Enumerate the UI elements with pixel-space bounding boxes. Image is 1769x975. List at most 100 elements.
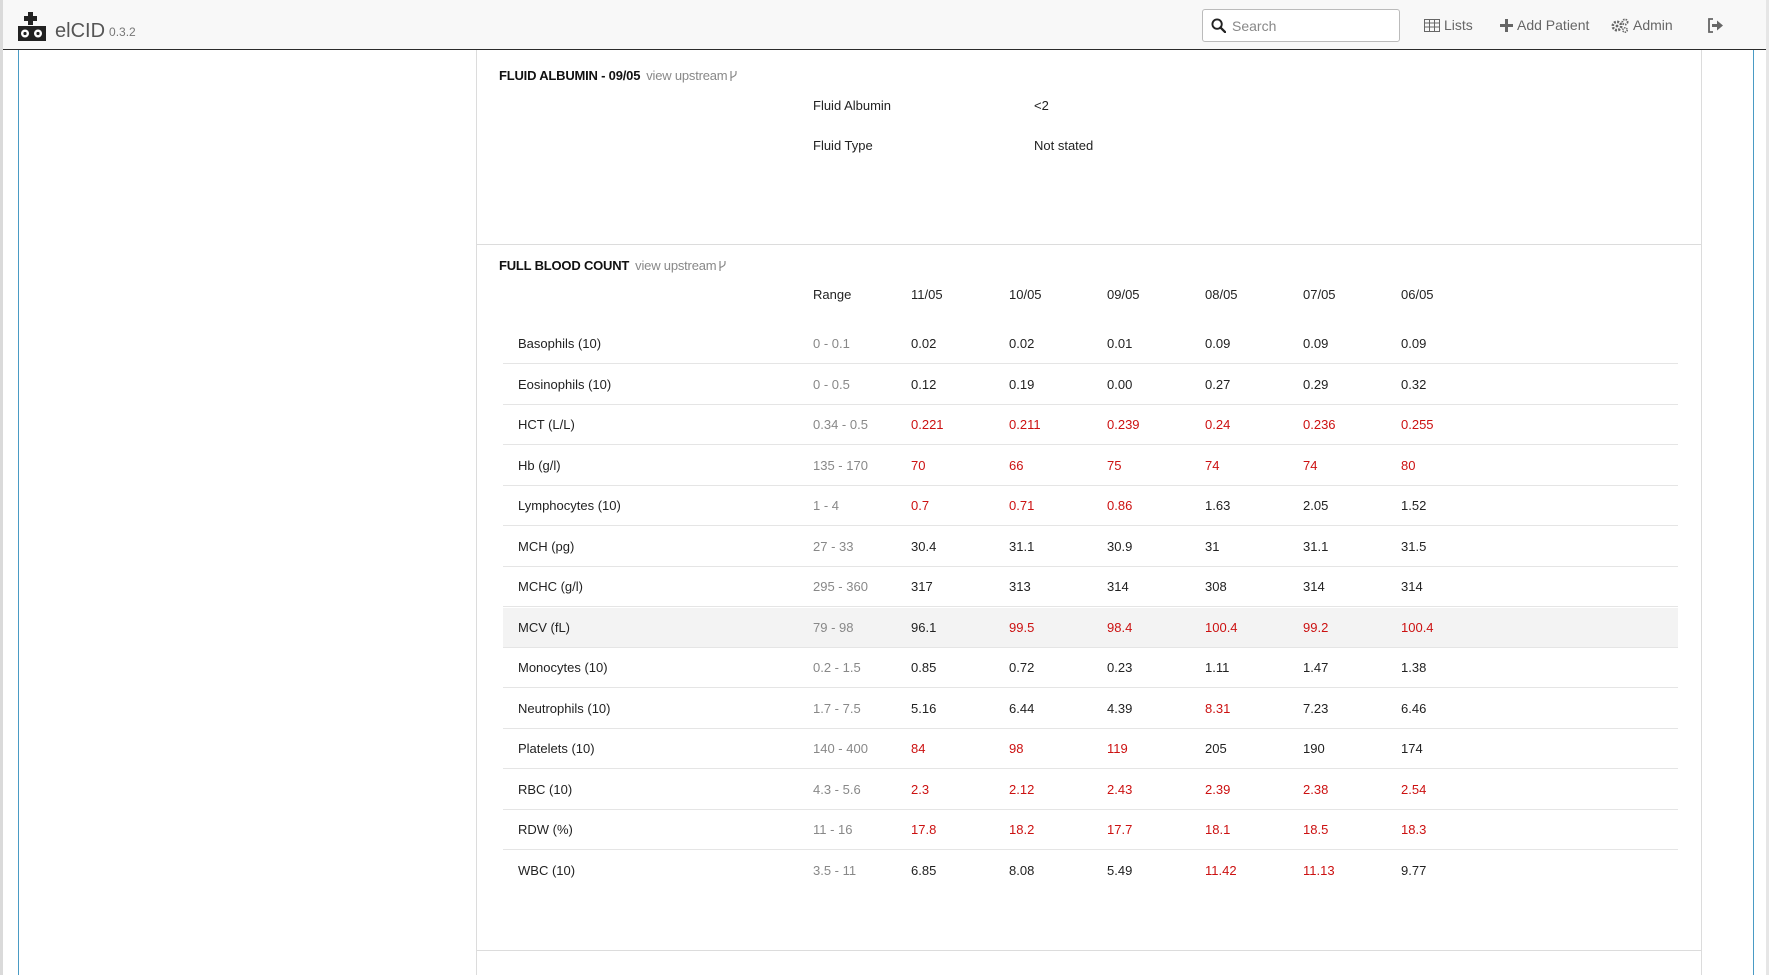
abnormal-result-value: 0.71 bbox=[1009, 498, 1035, 513]
table-row[interactable]: RBC (10) 4.3 - 5.6 2.3 2.12 2.43 2.39 2.38 2.54 bbox=[503, 770, 1678, 810]
abnormal-result-value: 74 bbox=[1303, 457, 1318, 473]
section-divider bbox=[476, 244, 1702, 245]
nav-add-patient[interactable]: Add Patient bbox=[1500, 15, 1589, 35]
test-name: MCV (fL) bbox=[518, 619, 570, 635]
table-row[interactable]: MCHC (g/l) 295 - 360 317 313 314 308 314 314 bbox=[503, 567, 1678, 607]
reference-range: 140 - 400 bbox=[813, 741, 868, 756]
abnormal-result-value: 0.211 bbox=[1009, 417, 1041, 432]
result-value: 1.47 bbox=[1303, 660, 1329, 675]
search-box[interactable] bbox=[1202, 9, 1400, 42]
fluid-albumin-field-label: Fluid Albumin bbox=[813, 98, 892, 113]
result-value: 1.11 bbox=[1205, 660, 1230, 675]
reference-range: 1.7 - 7.5 bbox=[813, 700, 861, 716]
abnormal-result-value: 84 bbox=[911, 741, 926, 756]
fluid-type-field-label: Fluid Type bbox=[813, 138, 873, 153]
abnormal-result-value: 0.7 bbox=[911, 498, 930, 513]
table-row[interactable]: MCV (fL) 79 - 98 96.1 99.5 98.4 100.4 99.2 100.… bbox=[503, 607, 1678, 648]
view-upstream-label: view upstream bbox=[635, 258, 717, 273]
date-column-header: 06/05 bbox=[1401, 287, 1434, 302]
result-value: 30.4 bbox=[911, 538, 937, 554]
test-name: RDW (%) bbox=[518, 822, 573, 837]
code-fork-icon bbox=[719, 260, 726, 271]
result-value: 314 bbox=[1107, 579, 1129, 594]
abnormal-result-value: 100.4 bbox=[1205, 619, 1238, 635]
test-name: Neutrophils (10) bbox=[518, 700, 611, 716]
range-column-header: Range bbox=[813, 287, 852, 302]
abnormal-result-value: 18.5 bbox=[1303, 822, 1329, 837]
table-row[interactable]: Monocytes (10) 0.2 - 1.5 0.85 0.72 0.23 1.11 1… bbox=[503, 648, 1678, 688]
abnormal-result-value: 74 bbox=[1205, 457, 1220, 473]
table-row[interactable]: Hb (g/l) 135 - 170 70 66 75 74 74 80 bbox=[503, 446, 1678, 486]
result-value: 30.9 bbox=[1107, 538, 1133, 554]
abnormal-result-value: 2.43 bbox=[1107, 781, 1133, 797]
search-input[interactable] bbox=[1232, 17, 1382, 34]
result-value: 0.00 bbox=[1107, 376, 1133, 392]
abnormal-result-value: 0.236 bbox=[1303, 417, 1336, 432]
sign-out-icon bbox=[1708, 17, 1723, 33]
test-name: Hb (g/l) bbox=[518, 457, 561, 473]
full-blood-count-view-upstream-link[interactable]: view upstream bbox=[635, 258, 726, 273]
reference-range: 135 - 170 bbox=[813, 457, 868, 473]
nav-admin-label: Admin bbox=[1633, 17, 1673, 33]
result-value: 0.85 bbox=[911, 660, 937, 675]
content-border-left bbox=[18, 50, 19, 975]
table-row[interactable]: Basophils (10) 0 - 0.1 0.02 0.02 0.01 0.09 0.0… bbox=[503, 324, 1678, 364]
result-value: 313 bbox=[1009, 579, 1031, 594]
table-row[interactable]: Neutrophils (10) 1.7 - 7.5 5.16 6.44 4.39 8.3… bbox=[503, 689, 1678, 729]
result-value: 8.08 bbox=[1009, 862, 1035, 878]
abnormal-result-value: 18.2 bbox=[1009, 822, 1035, 837]
abnormal-result-value: 2.54 bbox=[1401, 781, 1427, 797]
test-name: Basophils (10) bbox=[518, 336, 602, 351]
test-name: Platelets (10) bbox=[518, 741, 595, 756]
fluid-albumin-view-upstream-link[interactable]: view upstream bbox=[646, 68, 738, 83]
result-value: 31.1 bbox=[1303, 538, 1329, 554]
table-row[interactable]: HCT (L/L) 0.34 - 0.5 0.221 0.211 0.239 0.24 0.… bbox=[503, 405, 1678, 445]
test-name: MCH (pg) bbox=[518, 538, 575, 554]
result-value: 96.1 bbox=[911, 619, 937, 635]
table-row[interactable]: Platelets (10) 140 - 400 84 98 119 205 190 174 bbox=[503, 729, 1678, 769]
result-value: 1.38 bbox=[1401, 660, 1427, 675]
result-value: 0.09 bbox=[1401, 336, 1427, 351]
result-value: 6.46 bbox=[1401, 700, 1427, 716]
test-name: HCT (L/L) bbox=[518, 417, 575, 432]
result-value: 6.85 bbox=[911, 862, 937, 878]
abnormal-result-value: 0.221 bbox=[911, 417, 944, 432]
abnormal-result-value: 0.86 bbox=[1107, 498, 1133, 513]
elcid-logo-icon bbox=[18, 12, 46, 41]
reference-range: 0 - 0.1 bbox=[813, 336, 850, 351]
abnormal-result-value: 11.42 bbox=[1205, 862, 1237, 878]
result-value: 1.63 bbox=[1205, 498, 1231, 513]
result-value: 31.1 bbox=[1009, 538, 1035, 554]
result-value: 4.39 bbox=[1107, 700, 1133, 716]
result-value: 0.09 bbox=[1205, 336, 1231, 351]
abnormal-result-value: 75 bbox=[1107, 457, 1122, 473]
result-value: 0.09 bbox=[1303, 336, 1329, 351]
abnormal-result-value: 2.39 bbox=[1205, 781, 1231, 797]
abnormal-result-value: 8.31 bbox=[1205, 700, 1231, 716]
table-row[interactable]: MCH (pg) 27 - 33 30.4 31.1 30.9 31 31.1 31.5 bbox=[503, 527, 1678, 567]
result-value: 7.23 bbox=[1303, 700, 1329, 716]
logout-button[interactable] bbox=[1707, 15, 1728, 35]
result-value: 0.23 bbox=[1107, 660, 1133, 675]
reference-range: 27 - 33 bbox=[813, 538, 854, 554]
section-divider bbox=[476, 950, 1702, 951]
test-name: Monocytes (10) bbox=[518, 660, 608, 675]
reference-range: 79 - 98 bbox=[813, 619, 854, 635]
brand[interactable]: elCID 0.3.2 bbox=[17, 8, 136, 42]
table-row[interactable]: Lymphocytes (10) 1 - 4 0.7 0.71 0.86 1.63 2.05… bbox=[503, 486, 1678, 526]
abnormal-result-value: 99.2 bbox=[1303, 619, 1329, 635]
result-value: 174 bbox=[1401, 741, 1423, 756]
abnormal-result-value: 98 bbox=[1009, 741, 1024, 756]
window-frame-left bbox=[0, 0, 3, 975]
result-value: 0.12 bbox=[911, 376, 937, 392]
table-row[interactable]: Eosinophils (10) 0 - 0.5 0.12 0.19 0.00 0.27 0… bbox=[503, 365, 1678, 405]
nav-admin[interactable]: Admin bbox=[1611, 15, 1673, 35]
result-value: 0.01 bbox=[1107, 336, 1133, 351]
plus-icon bbox=[1500, 18, 1513, 32]
reference-range: 0.2 - 1.5 bbox=[813, 660, 861, 675]
nav-lists[interactable]: Lists bbox=[1424, 15, 1473, 35]
reference-range: 4.3 - 5.6 bbox=[813, 781, 861, 797]
result-value: 0.72 bbox=[1009, 660, 1035, 675]
table-row[interactable]: WBC (10) 3.5 - 11 6.85 8.08 5.49 11.42 11.13 9.… bbox=[503, 851, 1678, 891]
table-row[interactable]: RDW (%) 11 - 16 17.8 18.2 17.7 18.1 18.5 18.3 bbox=[503, 810, 1678, 850]
